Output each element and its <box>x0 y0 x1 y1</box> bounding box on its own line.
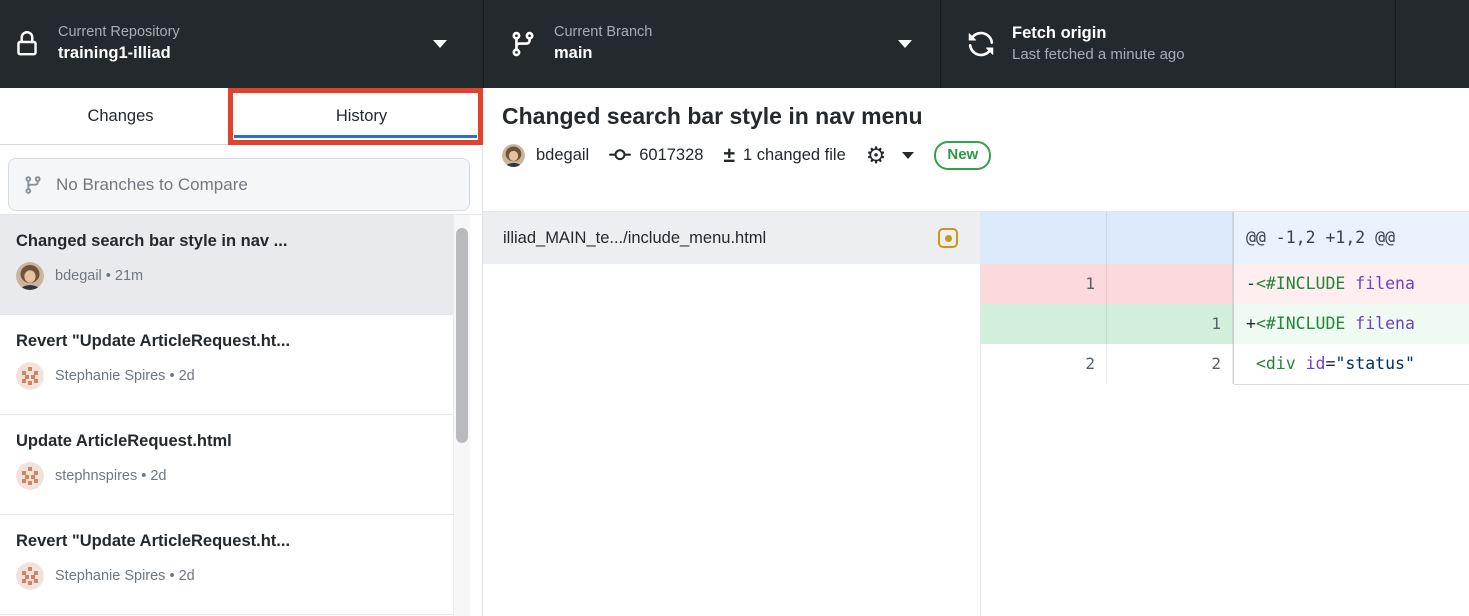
code-line: <div id="status" <box>1233 344 1469 384</box>
chevron-down-icon <box>433 40 447 48</box>
commit-sha[interactable]: 6017328 <box>639 146 703 165</box>
commit-list-item[interactable]: Update ArticleRequest.html stephnspires … <box>0 415 455 515</box>
compare-placeholder-text: No Branches to Compare <box>56 175 248 195</box>
commit-list-item[interactable]: Revert "Update ArticleRequest.ht... Step… <box>0 315 455 415</box>
diff-options-button[interactable]: ⚙ <box>866 144 915 167</box>
avatar-identicon <box>16 562 44 590</box>
diff-context-row: 2 2 <div id="status" <box>981 344 1469 384</box>
commit-summary-header: Changed search bar style in nav menu bde… <box>483 88 1469 212</box>
commit-meta: Stephanie Spires • 2d <box>55 568 195 584</box>
avatar-identicon <box>16 362 44 390</box>
commit-title: Revert "Update ArticleRequest.ht... <box>16 332 441 351</box>
new-line-number: 2 <box>1107 344 1233 384</box>
commit-meta: Stephanie Spires • 2d <box>55 368 195 384</box>
old-line-number <box>981 212 1107 264</box>
commit-details-panel: Changed search bar style in nav menu bde… <box>483 88 1469 616</box>
chevron-down-icon <box>902 152 914 159</box>
sync-icon <box>964 30 998 58</box>
commit-title: Update ArticleRequest.html <box>16 432 441 451</box>
file-modified-icon <box>938 228 958 248</box>
new-line-number: 1 <box>1107 304 1233 344</box>
current-branch-label: Current Branch <box>554 24 652 41</box>
current-repository-button[interactable]: Current Repository training1-illiad <box>0 0 483 88</box>
new-line-number <box>1107 212 1233 264</box>
new-badge: New <box>934 141 991 170</box>
toolbar: Current Repository training1-illiad Curr… <box>0 0 1469 88</box>
gear-icon: ⚙ <box>866 144 887 167</box>
commit-history-list: Changed search bar style in nav ... bdeg… <box>0 215 482 616</box>
diff-hunk-header-row: @@ -1,2 +1,2 @@ <box>981 212 1469 264</box>
commit-meta: bdegail • 21m <box>55 268 143 284</box>
active-tab-underline <box>234 135 477 138</box>
commit-title: Revert "Update ArticleRequest.ht... <box>16 532 441 551</box>
current-repository-name: training1-illiad <box>58 44 180 64</box>
sidebar: Changes History No Branches to Compare C… <box>0 88 483 616</box>
commit-author: bdegail <box>536 146 589 165</box>
chevron-down-icon <box>898 40 912 48</box>
file-path: illiad_MAIN_te.../include_menu.html <box>503 229 938 248</box>
last-fetched-text: Last fetched a minute ago <box>1012 46 1185 64</box>
old-line-number: 2 <box>981 344 1107 384</box>
commit-title: Changed search bar style in nav ... <box>16 232 441 251</box>
code-line: +<#INCLUDE filena <box>1233 304 1469 344</box>
fetch-origin-button[interactable]: Fetch origin Last fetched a minute ago <box>940 0 1395 88</box>
code-line: -<#INCLUDE filena <box>1233 264 1469 304</box>
avatar <box>502 144 525 167</box>
toolbar-spacer <box>1395 0 1469 88</box>
new-line-number <box>1107 264 1233 304</box>
commit-list-item[interactable]: Changed search bar style in nav ... bdeg… <box>0 215 455 315</box>
changed-files-list: illiad_MAIN_te.../include_menu.html <box>483 212 981 616</box>
diff-panel-bottom-edge <box>1234 384 1469 385</box>
diff-viewer: @@ -1,2 +1,2 @@ 1 -<#INCLUDE filena 1 +<… <box>981 212 1469 616</box>
changed-files-count: 1 changed file <box>743 146 846 165</box>
diff-plus-minus-icon: ± <box>723 145 735 166</box>
avatar-identicon <box>16 462 44 490</box>
current-branch-name: main <box>554 44 652 64</box>
fetch-origin-label: Fetch origin <box>1012 24 1185 44</box>
avatar <box>16 262 44 290</box>
commit-list-item[interactable]: Revert "Update ArticleRequest.ht... Step… <box>0 515 455 615</box>
diff-deleted-row[interactable]: 1 -<#INCLUDE filena <box>981 264 1469 304</box>
diff-added-row[interactable]: 1 +<#INCLUDE filena <box>981 304 1469 344</box>
github-desktop-window: Current Repository training1-illiad Curr… <box>0 0 1469 616</box>
current-branch-button[interactable]: Current Branch main <box>483 0 940 88</box>
compare-branches-box[interactable]: No Branches to Compare <box>8 158 470 211</box>
hunk-header-text: @@ -1,2 +1,2 @@ <box>1233 212 1469 264</box>
git-branch-icon <box>506 30 540 58</box>
commit-icon <box>609 144 631 166</box>
branch-compare-section: No Branches to Compare <box>0 145 482 215</box>
file-list-item[interactable]: illiad_MAIN_te.../include_menu.html <box>483 212 980 264</box>
scrollbar-thumb[interactable] <box>456 228 468 443</box>
git-branch-icon <box>23 175 43 195</box>
old-line-number: 1 <box>981 264 1107 304</box>
current-repository-label: Current Repository <box>58 24 180 41</box>
lock-icon <box>10 31 44 57</box>
tab-changes[interactable]: Changes <box>0 88 241 144</box>
commit-summary-title: Changed search bar style in nav menu <box>502 88 1469 132</box>
sidebar-tabs: Changes History <box>0 88 482 145</box>
old-line-number <box>981 304 1107 344</box>
commit-meta: stephnspires • 2d <box>55 468 166 484</box>
